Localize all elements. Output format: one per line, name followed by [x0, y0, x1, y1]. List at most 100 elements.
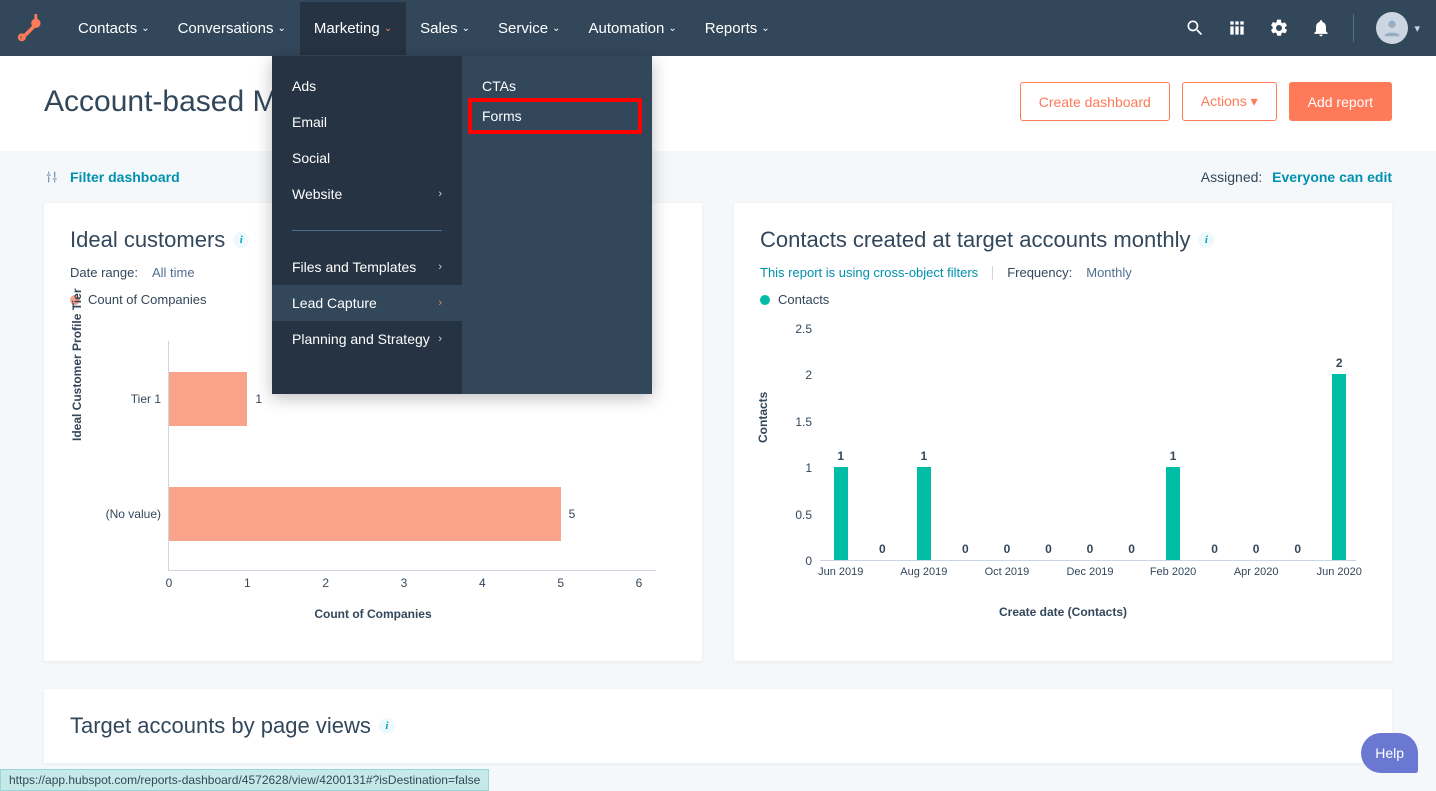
status-bar-url: https://app.hubspot.com/reports-dashboar…	[0, 769, 489, 791]
help-button[interactable]: Help	[1361, 733, 1418, 773]
dropdown-item-files-and-templates[interactable]: Files and Templates›	[272, 249, 462, 285]
bar-value: 0	[1294, 542, 1301, 556]
info-icon[interactable]: i	[233, 232, 249, 248]
dropdown-label: Planning and Strategy	[292, 331, 430, 347]
avatar-icon	[1376, 12, 1408, 44]
x-tick: 0	[166, 570, 173, 590]
x-axis-label: Count of Companies	[70, 607, 676, 621]
assigned-row: Assigned: Everyone can edit	[1201, 169, 1392, 185]
bar-value: 0	[962, 542, 969, 556]
frequency-value: Monthly	[1086, 265, 1132, 280]
bar-value: 1	[837, 449, 844, 463]
nav-item-marketing[interactable]: Marketing⌄	[300, 2, 406, 55]
bar	[834, 467, 848, 560]
card-contacts-created: Contacts created at target accounts mont…	[734, 203, 1392, 661]
nav-label: Sales	[420, 20, 458, 37]
chevron-right-icon: ›	[438, 297, 442, 309]
chevron-right-icon: ›	[438, 261, 442, 273]
x-tick: 4	[479, 570, 486, 590]
header-actions: Create dashboard Actions ▾ Add report	[1020, 82, 1392, 121]
x-tick: Oct 2019	[985, 560, 1030, 578]
dropdown-label: Social	[292, 150, 330, 166]
assigned-value-link[interactable]: Everyone can edit	[1272, 169, 1392, 185]
chart-plot-area: 00.511.522.5Jun 201910Aug 201910Oct 2019…	[820, 329, 1356, 561]
nav-label: Service	[498, 20, 548, 37]
bar-value: 0	[1045, 542, 1052, 556]
x-axis-label: Create date (Contacts)	[760, 605, 1366, 619]
cards-row: Ideal customers i Date range: All time C…	[0, 203, 1436, 689]
chart-contacts-monthly: Contacts 00.511.522.5Jun 201910Aug 20191…	[760, 319, 1366, 619]
nav-item-reports[interactable]: Reports⌄	[691, 2, 784, 55]
bar-value: 1	[255, 392, 262, 406]
dropdown-label: Website	[292, 186, 342, 202]
nav-item-sales[interactable]: Sales⌄	[406, 2, 484, 55]
create-dashboard-button[interactable]: Create dashboard	[1020, 82, 1170, 121]
nav-items: Contacts⌄Conversations⌄Marketing⌄Sales⌄S…	[64, 2, 784, 55]
assigned-label: Assigned:	[1201, 169, 1262, 185]
chevron-down-icon: ⌄	[668, 23, 676, 34]
bar-value: 0	[879, 542, 886, 556]
dropdown-item-email[interactable]: Email	[272, 104, 462, 140]
page-header: Account-based M Create dashboard Actions…	[0, 56, 1436, 151]
frequency-label: Frequency:	[1007, 265, 1072, 280]
highlight-box: Forms	[468, 98, 642, 134]
hubspot-logo[interactable]	[16, 14, 44, 42]
actions-button[interactable]: Actions ▾	[1182, 82, 1277, 121]
chevron-down-icon: ⌄	[552, 23, 560, 34]
y-tick: 0.5	[795, 508, 820, 522]
chevron-right-icon: ›	[438, 188, 442, 200]
filter-dashboard-button[interactable]: Filter dashboard	[44, 169, 180, 185]
account-menu[interactable]: ▾	[1376, 12, 1420, 44]
dropdown-label: Email	[292, 114, 327, 130]
dropdown-label: Forms	[482, 108, 522, 124]
card2-title-text: Contacts created at target accounts mont…	[760, 227, 1190, 253]
cross-object-note[interactable]: This report is using cross-object filter…	[760, 265, 978, 280]
nav-item-conversations[interactable]: Conversations⌄	[164, 2, 300, 55]
dropdown-item-social[interactable]: Social	[272, 140, 462, 176]
marketplace-icon[interactable]	[1227, 18, 1247, 38]
info-icon[interactable]: i	[1198, 232, 1214, 248]
nav-item-service[interactable]: Service ⌄	[484, 2, 574, 55]
dropdown-item-planning-and-strategy[interactable]: Planning and Strategy›	[272, 321, 462, 357]
bar-value: 0	[1004, 542, 1011, 556]
x-tick: Jun 2019	[818, 560, 863, 578]
card-title: Contacts created at target accounts mont…	[760, 227, 1366, 253]
chevron-down-icon: ▾	[1251, 93, 1258, 109]
y-tick: Tier 1	[131, 392, 169, 406]
nav-item-contacts[interactable]: Contacts⌄	[64, 2, 164, 55]
info-icon[interactable]: i	[379, 718, 395, 734]
add-report-button[interactable]: Add report	[1289, 82, 1392, 121]
dropdown-item-forms[interactable]: Forms	[482, 108, 628, 124]
bar-value: 2	[1336, 356, 1343, 370]
nav-label: Reports	[705, 20, 758, 37]
bar-value: 1	[921, 449, 928, 463]
nav-divider	[1353, 14, 1354, 42]
search-icon[interactable]	[1185, 18, 1205, 38]
nav-item-automation[interactable]: Automation⌄	[574, 2, 690, 55]
help-label: Help	[1375, 745, 1404, 761]
bell-icon[interactable]	[1311, 18, 1331, 38]
dropdown-col2: CTAsForms	[462, 56, 652, 394]
dropdown-item-ads[interactable]: Ads	[272, 68, 462, 104]
filter-dashboard-label: Filter dashboard	[70, 169, 180, 185]
page-title: Account-based M	[44, 85, 277, 119]
x-tick: Feb 2020	[1150, 560, 1196, 578]
bar-value: 5	[569, 507, 576, 521]
chevron-down-icon: ⌄	[761, 23, 769, 34]
top-nav: Contacts⌄Conversations⌄Marketing⌄Sales⌄S…	[0, 0, 1436, 56]
x-tick: Jun 2020	[1317, 560, 1362, 578]
bar-value: 0	[1087, 542, 1094, 556]
bar	[169, 487, 561, 541]
gear-icon[interactable]	[1269, 18, 1289, 38]
dropdown-label: Ads	[292, 78, 316, 94]
x-tick: 5	[557, 570, 564, 590]
bar	[1166, 467, 1180, 560]
actions-label: Actions	[1201, 93, 1247, 109]
dropdown-item-website[interactable]: Website ›	[272, 176, 462, 212]
dropdown-item-lead-capture[interactable]: Lead Capture›	[272, 285, 462, 321]
legend-label: Contacts	[778, 292, 829, 307]
card-target-accounts: Target accounts by page views i	[44, 689, 1392, 763]
y-tick: 1	[805, 461, 820, 475]
x-tick: Dec 2019	[1066, 560, 1113, 578]
chevron-down-icon: ⌄	[141, 23, 149, 34]
